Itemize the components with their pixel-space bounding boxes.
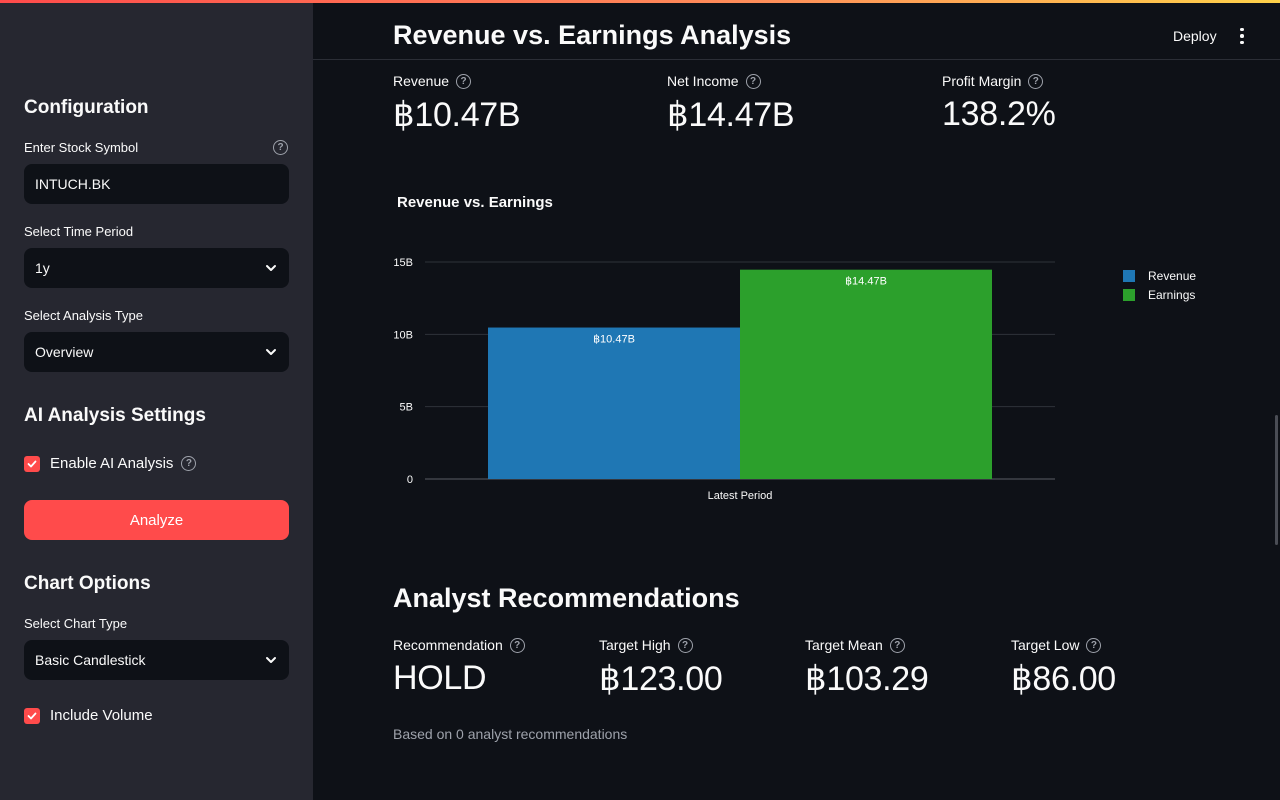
metric-target-high: Target High? ฿123.00 [599, 637, 723, 699]
metric-label: Net Income [667, 73, 739, 89]
chart-type-value: Basic Candlestick [35, 652, 146, 668]
metric-target-mean: Target Mean? ฿103.29 [805, 637, 929, 699]
ai-settings-heading: AI Analysis Settings [24, 405, 206, 426]
metric-value: ฿14.47B [667, 96, 795, 134]
bar-revenue [488, 327, 740, 479]
stock-symbol-input[interactable]: INTUCH.BK [24, 164, 289, 204]
metric-value: 138.2% [942, 95, 1056, 133]
y-tick-label: 5B [400, 402, 413, 414]
analysis-type-value: Overview [35, 344, 94, 360]
metric-label: Target Mean [805, 637, 883, 653]
metric-revenue: Revenue? ฿10.47B [393, 73, 521, 135]
analysis-type-label: Select Analysis Type [24, 308, 143, 323]
chevron-down-icon [266, 349, 276, 355]
include-volume-label-row: Include Volume [50, 707, 153, 724]
time-period-value: 1y [35, 260, 50, 276]
analyze-button[interactable]: Analyze [24, 500, 289, 540]
chart-options-heading: Chart Options [24, 573, 151, 594]
analyst-section-title: Analyst Recommendations [393, 583, 740, 613]
sidebar: Configuration Enter Stock Symbol ? INTUC… [0, 0, 313, 800]
metric-net-income: Net Income? ฿14.47B [667, 73, 795, 135]
metric-target-low: Target Low? ฿86.00 [1011, 637, 1116, 699]
help-icon[interactable]: ? [677, 637, 693, 653]
metric-label: Revenue [393, 73, 450, 89]
metric-profit-margin: Profit Margin? 138.2% [942, 73, 1056, 134]
legend-label: Revenue [1148, 268, 1197, 283]
analysis-type-select[interactable]: Overview [24, 332, 289, 372]
bar-earnings [740, 269, 992, 479]
help-icon[interactable]: ? [1086, 637, 1102, 653]
page-title: Revenue vs. Earnings Analysis [393, 20, 792, 50]
metric-value: HOLD [393, 659, 487, 697]
scrollbar-thumb[interactable] [1275, 415, 1278, 545]
y-tick-label: 0 [407, 474, 413, 486]
y-tick-label: 15B [393, 257, 413, 269]
help-icon[interactable]: ? [456, 73, 472, 89]
legend-swatch [1123, 288, 1135, 301]
legend-label: Earnings [1148, 287, 1196, 302]
stock-symbol-value: INTUCH.BK [35, 176, 111, 192]
x-tick-label: Latest Period [708, 490, 773, 502]
chart-type-select[interactable]: Basic Candlestick [24, 640, 289, 680]
enable-ai-checkbox[interactable] [24, 456, 40, 472]
legend-item-revenue[interactable]: Revenue [1123, 266, 1196, 285]
bar-data-label: ฿14.47B [845, 276, 887, 288]
metric-recommendation: Recommendation? HOLD [393, 637, 525, 698]
metric-value: ฿86.00 [1011, 660, 1116, 698]
help-icon[interactable]: ? [509, 637, 525, 653]
bar-data-label: ฿10.47B [593, 334, 635, 346]
include-volume-checkbox[interactable] [24, 708, 40, 724]
chart-legend: Revenue Earnings [1123, 266, 1196, 304]
metric-value: ฿10.47B [393, 96, 521, 134]
enable-ai-label: Enable AI Analysis [50, 455, 174, 472]
chevron-down-icon [266, 265, 276, 271]
help-icon[interactable]: ? [889, 637, 905, 653]
metric-label: Profit Margin [942, 73, 1022, 89]
metric-value: ฿103.29 [805, 660, 929, 698]
y-tick-label: 10B [393, 329, 413, 341]
metric-value: ฿123.00 [599, 660, 723, 698]
include-volume-label: Include Volume [50, 707, 153, 724]
enable-ai-help-icon[interactable]: ? [181, 456, 197, 471]
legend-swatch [1123, 269, 1135, 282]
enable-ai-label-row: Enable AI Analysis ? [50, 455, 197, 472]
chart-type-label: Select Chart Type [24, 616, 128, 631]
check-icon [27, 460, 37, 468]
time-period-label: Select Time Period [24, 224, 134, 239]
top-decoration-bar [0, 0, 1280, 3]
stock-symbol-help-icon[interactable]: ? [273, 140, 288, 155]
revenue-earnings-chart: 0 5B 10B 15B ฿10.47B ฿14.47B Latest Period [393, 257, 1055, 502]
metric-label: Target Low [1011, 637, 1080, 653]
chart-title: Revenue vs. Earnings [397, 194, 553, 211]
check-icon [27, 712, 37, 720]
deploy-button[interactable]: Deploy [1173, 28, 1217, 44]
more-options-icon[interactable] [1233, 26, 1251, 46]
analyst-footnote: Based on 0 analyst recommendations [393, 726, 628, 742]
metric-label: Recommendation [393, 637, 503, 653]
metric-label: Target High [599, 637, 671, 653]
chevron-down-icon [266, 657, 276, 663]
legend-item-earnings[interactable]: Earnings [1123, 285, 1196, 304]
stock-symbol-label: Enter Stock Symbol [24, 140, 139, 155]
help-icon[interactable]: ? [1028, 73, 1044, 89]
help-icon[interactable]: ? [745, 73, 761, 89]
configuration-heading: Configuration [24, 97, 149, 118]
time-period-select[interactable]: 1y [24, 248, 289, 288]
